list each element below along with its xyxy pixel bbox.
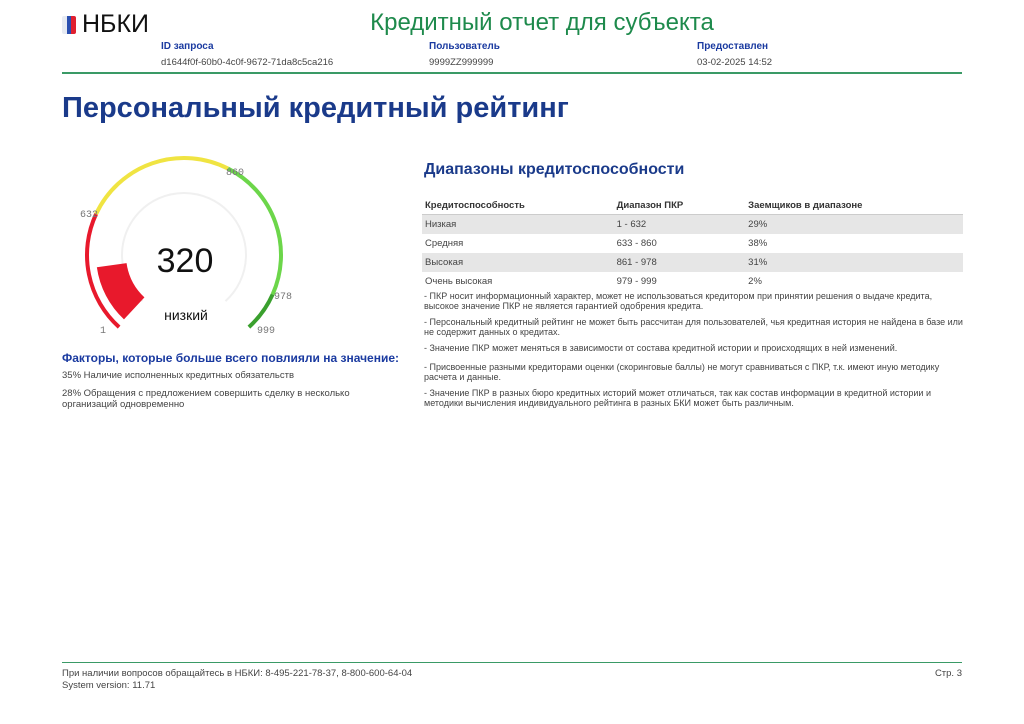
cell: 2% [748,276,762,287]
page-number: Стр. 3 [934,668,962,679]
column-header: Заемщиков в диапазоне [745,197,963,215]
gauge-segment-very-high [247,293,275,329]
factors-title: Факторы, которые больше всего повлияли н… [62,351,400,365]
score-gauge: 320 низкий 1 632 860 978 999 [80,156,292,337]
table-row: Очень высокая 979 - 999 2% [422,272,963,291]
ranges-table: Кредитоспособность Диапазон ПКР Заемщиков … [422,197,963,291]
cell: 861 - 978 [613,253,746,272]
score-value: 320 [157,242,214,280]
meta-label: ID запроса [161,41,214,52]
tick-label: 632 [80,210,98,221]
ranges-title: Диапазоны кредитоспособности [424,161,685,178]
note: - ПКР носит информационный характер, мож… [424,291,933,311]
note: - Значение ПКР может меняться в зависимо… [424,343,898,353]
tick-label: 978 [274,292,292,303]
meta-label: Предоставлен [697,41,769,52]
note: - Значение ПКР в разных бюро кредитных и… [424,388,931,408]
footer: При наличии вопросов обращайтесь в НБКИ:… [62,668,412,692]
gauge-segment-medium [94,156,229,215]
meta-value: 9999ZZ999999 [429,57,494,68]
table-row: Средняя 633 - 860 38% [422,234,963,253]
score-grade: низкий [164,307,208,323]
table-header: Кредитоспособность Диапазон ПКР Заемщиков … [422,197,963,215]
meta-value: 03-02-2025 14:52 [697,57,773,68]
meta-provided: Предоставлен 03-02-2025 14:52 [697,41,772,68]
column-header: Диапазон ПКР [613,197,746,215]
document-title: Кредитный отчет для субъекта [370,9,714,36]
table-row: Высокая 861 - 978 31% [422,253,963,272]
section-title: Персональный кредитный рейтинг [62,92,569,124]
cell: Низкая [422,214,614,234]
column-header: Кредитоспособность [422,197,614,215]
footer-divider [62,662,962,663]
note: - Присвоенные разными кредиторами оценки… [424,362,940,382]
system-version: System version: 11.71 [62,680,156,691]
cell: 29% [745,214,963,234]
table-row: Низкая 1 - 632 29% [422,214,963,234]
cell: Очень высокая [425,276,493,287]
header-divider [62,72,962,74]
meta-value: d1644f0f-60b0-4c0f-9672-71da8c5ca216 [161,57,334,68]
cell: 1 - 632 [613,214,746,234]
factor-item: 35% Наличие исполненных кредитных обязат… [62,370,295,381]
tick-label: 860 [226,168,244,179]
cell: 979 - 999 [616,276,657,287]
factor-item: 28% Обращения с предложением совершить с… [62,388,350,410]
cell: Средняя [425,238,464,249]
meta-user: Пользователь 9999ZZ999999 [429,41,500,68]
meta-label: Пользователь [429,41,500,52]
meta-request-id: ID запроса d1644f0f-60b0-4c0f-9672-71da8c… [161,41,333,68]
note: - Персональный кредитный рейтинг не може… [424,317,963,337]
gauge-segment-high [227,166,283,296]
footer-contact: При наличии вопросов обращайтесь в НБКИ:… [62,668,413,679]
cell: 31% [745,253,963,272]
tick-label: 1 [100,326,106,337]
cell: 38% [748,238,768,249]
notes: - ПКР носит информационный характер, мож… [424,291,969,414]
cell: 633 - 860 [616,238,657,249]
tick-label: 999 [257,326,275,337]
credit-report-page: НБКИ Кредитный отчет для субъекта ID зап… [0,0,1024,724]
cell: Высокая [422,253,614,272]
